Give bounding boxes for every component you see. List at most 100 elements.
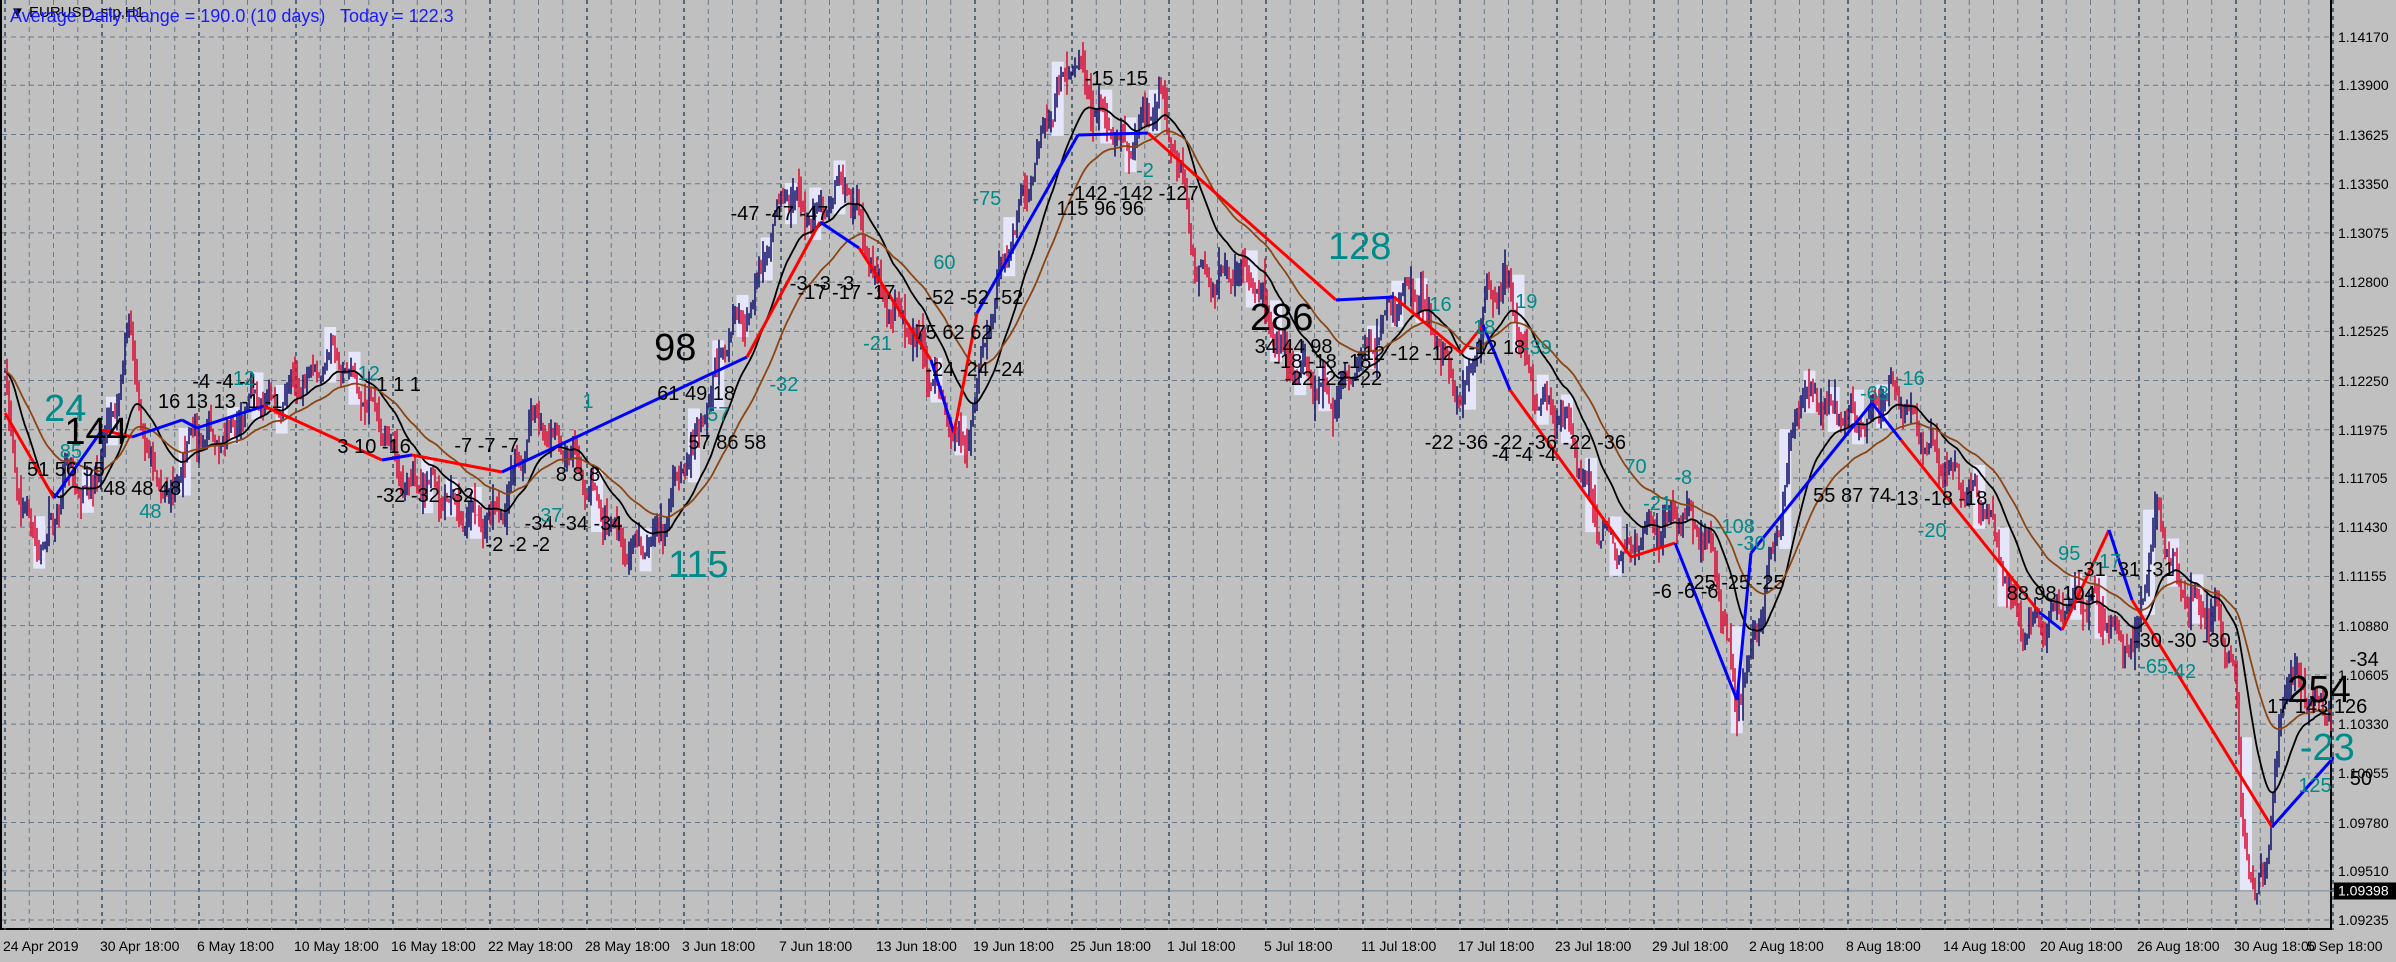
zigzag-annotation-label: 57 (707, 404, 730, 427)
zigzag-segment (1335, 295, 1395, 302)
zigzag-annotation-label: 48 48 48 (103, 477, 182, 500)
zigzag-annotation-label: -30 -30 -30 (2132, 630, 2231, 653)
zigzag-annotation-label: -31 -31 -31 (2076, 558, 2175, 581)
price-tick-label: 1.10880 (2338, 617, 2389, 634)
zigzag-annotation-label: 70 (1624, 456, 1647, 479)
zigzag-annotation-label: 60 (933, 251, 956, 274)
price-tick-label: 1.13350 (2338, 175, 2389, 192)
zigzag-annotation-label: 88 98 104 (2006, 583, 2096, 605)
price-tick-label: 1.11705 (2338, 470, 2388, 487)
time-tick-label: 8 Aug 18:00 (1846, 938, 1921, 954)
zigzag-annotation-label: -65 (2139, 656, 2169, 679)
time-tick-label: 22 May 18:00 (488, 938, 573, 954)
price-tick-label: 1.13900 (2338, 77, 2389, 94)
zigzag-annotation-label: -2 (1136, 160, 1154, 183)
time-tick-label: 20 Aug 18:00 (2040, 938, 2123, 954)
time-tick-label: 5 Sep 18:00 (2307, 938, 2383, 954)
time-tick-label: 24 Apr 2019 (3, 938, 79, 954)
zigzag-annotation-label: 12 (232, 367, 256, 390)
time-tick-label: 13 Jun 18:00 (876, 938, 957, 954)
zigzag-annotation-label: -21 (863, 332, 893, 355)
time-tick-label: 26 Aug 18:00 (2137, 938, 2220, 954)
price-tick-label: 1.10055 (2338, 765, 2389, 782)
price-tick-label: 1.12525 (2338, 323, 2389, 340)
zigzag-annotation-label: -32 -32 -32 (376, 485, 475, 508)
zigzag-annotation-label: -12 18 (1468, 337, 1526, 360)
zigzag-annotation-label: -32 (769, 373, 799, 396)
zigzag-annotation-label: -42 (2167, 660, 2197, 683)
zigzag-annotation-label: 286 (1250, 296, 1314, 339)
price-tick-label: 1.11430 (2338, 519, 2388, 536)
time-tick-label: 14 Aug 18:00 (1943, 938, 2026, 954)
price-tick-label: 1.10330 (2338, 716, 2389, 733)
zigzag-annotation-label: -75 (972, 187, 1002, 210)
zigzag-segment (1077, 131, 1149, 137)
time-tick-label: 16 May 18:00 (391, 938, 476, 954)
zigzag-annotation-label: -2 -2 -2 (485, 534, 551, 557)
zigzag-annotation-label: 115 (668, 543, 729, 586)
time-tick-label: 28 May 18:00 (585, 938, 670, 954)
price-tick-label: 1.12250 (2338, 372, 2389, 389)
zigzag-annotation-label: -47 -47 -47 (730, 202, 829, 225)
zigzag-annotation-label: 19 (1515, 291, 1538, 314)
zigzag-annotation-label: -17 -17 -17 (797, 282, 896, 305)
zigzag-annotation-label: -12 -12 -12 (1356, 343, 1454, 366)
zigzag-annotation-label: 37 (540, 505, 563, 528)
zigzag-annotation-label: -39 (1523, 337, 1552, 360)
zigzag-annotation-label: 51 56 55 (26, 459, 105, 482)
zigzag-annotation-label: -24 -24 -24 (925, 358, 1024, 381)
zigzag-annotation-label: 115 96 96 (1056, 198, 1145, 221)
price-chart (2, 0, 2334, 930)
price-tick-label: 1.12800 (2338, 274, 2389, 291)
zigzag-annotation-label: -20 (1917, 520, 1947, 543)
time-tick-label: 30 Aug 18:00 (2234, 938, 2317, 954)
zigzag-annotation-label: 1 1 1 (376, 373, 421, 396)
zigzag-annotation-label: -21 (1643, 492, 1673, 515)
zigzag-annotation-label: -4 -4 -4 (1491, 444, 1557, 467)
zigzag-annotation-label: 16 13 13 -1 -1 (158, 390, 283, 413)
zigzag-annotation-label: 18 (1473, 317, 1496, 340)
time-tick-label: 6 May 18:00 (197, 938, 275, 954)
price-tick-label: 1.09235 (2338, 912, 2389, 929)
time-tick-label: 2 Aug 18:00 (1749, 938, 1824, 954)
time-tick-label: 30 Apr 18:00 (100, 938, 180, 954)
price-tick-label: 1.11975 (2338, 421, 2388, 438)
time-tick-label: 1 Jul 18:00 (1167, 938, 1236, 954)
time-tick-label: 7 Jun 18:00 (779, 938, 853, 954)
zigzag-annotation-label: 8 8 8 (555, 463, 601, 486)
zigzag-annotation-label: -30 (1736, 532, 1766, 555)
time-tick-label: 19 Jun 18:00 (973, 938, 1054, 954)
zigzag-annotation-label: -8 (1674, 466, 1693, 489)
price-tick-label: 1.13625 (2338, 126, 2389, 143)
zigzag-annotation-label: 57 86 58 (688, 431, 767, 454)
chart-plot-area[interactable]: ▼ EURUSD_stp,H1 Average Daily Range = 19… (0, 0, 2379, 930)
time-tick-label: 3 Jun 18:00 (682, 938, 756, 954)
price-tick-label: 1.13075 (2338, 224, 2389, 241)
time-tick-label: 23 Jul 18:00 (1555, 938, 1632, 954)
price-tick-label: 1.09780 (2338, 814, 2389, 831)
price-tick-label: 1.10605 (2338, 666, 2389, 683)
time-tick-label: 10 May 18:00 (294, 938, 379, 954)
time-tick-label: 25 Jun 18:00 (1070, 938, 1151, 954)
zigzag-annotation-label: 55 87 74 (1813, 485, 1892, 508)
zigzag-annotation-label: 1 (582, 390, 594, 413)
zigzag-annotation-label: 17 143 126 (2267, 696, 2368, 718)
current-price-label: 1.09398 (2334, 882, 2396, 900)
time-tick-label: 29 Jul 18:00 (1652, 938, 1729, 954)
price-tick-label: 1.14170 (2338, 29, 2389, 45)
zigzag-annotation-label: 98 (654, 327, 697, 370)
time-tick-label: 17 Jul 18:00 (1458, 938, 1535, 954)
zigzag-annotation-label: 75 62 62 (914, 321, 993, 344)
zigzag-segment (819, 220, 860, 250)
zigzag-annotation-label: -52 -52 -52 (925, 286, 1024, 309)
zigzag-annotation-label: -7 -7 -7 (454, 434, 519, 457)
zigzag-annotation-label: 48 (139, 500, 162, 523)
zigzag-annotation-label: -13 -18 -18 (1889, 488, 1988, 511)
price-tick-label: 1.11155 (2338, 568, 2387, 585)
time-tick-label: 5 Jul 18:00 (1264, 938, 1333, 954)
time-tick-label: 11 Jul 18:00 (1361, 938, 1437, 954)
zigzag-annotation-label: 16 (1429, 294, 1452, 317)
average-daily-range-text: Average Daily Range = 190.0 (10 days) To… (10, 6, 454, 26)
zigzag-annotation-label: -15 -15 (1084, 68, 1148, 91)
zigzag-annotation-label: 128 (1328, 226, 1392, 269)
